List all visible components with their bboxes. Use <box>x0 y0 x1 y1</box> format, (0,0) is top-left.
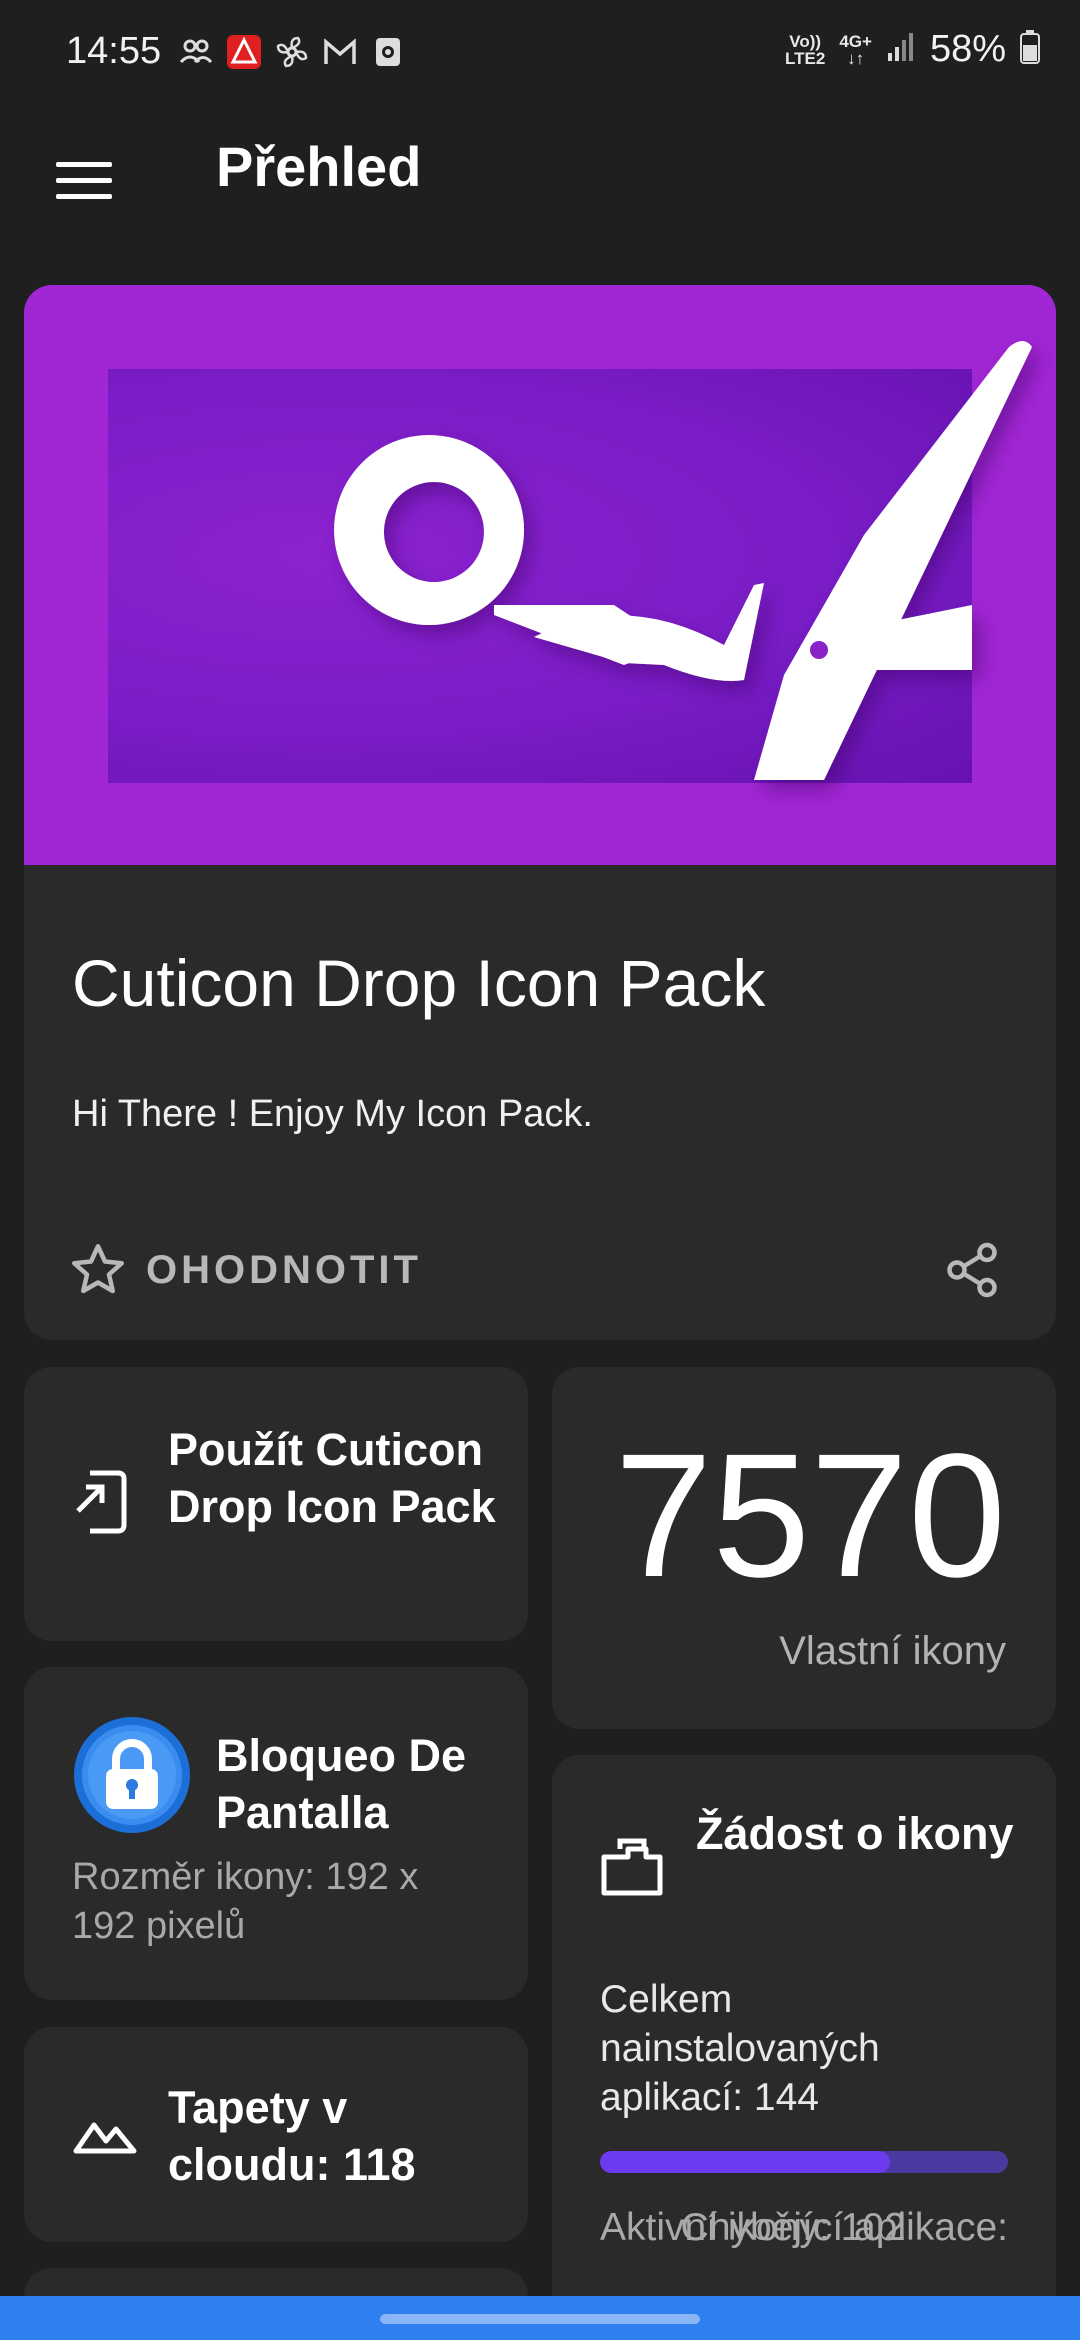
apply-phone-icon <box>76 1470 127 1534</box>
icon-pack-title: Cuticon Drop Icon Pack <box>72 946 766 1020</box>
page-title: Přehled <box>216 135 422 198</box>
hamburger-icon <box>56 162 112 199</box>
preview-icon-size: Rozměr ikony: 192 x 192 pixelů <box>72 1856 419 1947</box>
lte-label: LTE2 <box>785 48 826 68</box>
icon-preview-card[interactable]: Bloqueo De Pantalla Rozměr ikony: 192 x … <box>24 1667 528 2000</box>
app-bar: Přehled <box>0 104 1080 254</box>
preview-icon-name: Bloqueo De Pantalla <box>216 1730 467 1838</box>
icon-count-label: Vlastní ikony <box>779 1629 1006 1673</box>
share-icon <box>947 1242 997 1298</box>
battery-icon <box>1020 30 1040 69</box>
icon-count-card: 7570 Vlastní ikony <box>552 1367 1056 1729</box>
status-time: 14:55 <box>66 30 162 72</box>
apply-card[interactable]: Použít Cuticon Drop Icon Pack <box>24 1367 528 1641</box>
battery-percent: 58% <box>929 28 1006 70</box>
camera-icon <box>370 34 406 70</box>
data-arrows-icon: ↓↑ <box>847 48 865 68</box>
scissors-icon <box>334 341 1032 780</box>
icon-pack-card: Cuticon Drop Icon Pack Hi There ! Enjoy … <box>24 285 1056 1340</box>
fan-icon <box>274 34 310 70</box>
data-indicator: 4G+ ↓↑ <box>839 33 872 67</box>
share-button[interactable] <box>932 1230 1012 1310</box>
mountains-icon <box>73 2122 137 2154</box>
signal-icon <box>886 31 916 68</box>
icon-pack-subtitle: Hi There ! Enjoy My Icon Pack. <box>72 1093 593 1135</box>
notification-icons <box>178 34 406 70</box>
themed-progress-fill <box>600 2151 890 2173</box>
lock-app-icon <box>74 1717 190 1833</box>
status-right: Vo)) LTE2 4G+ ↓↑ 58% <box>785 28 1040 71</box>
icon-count-value: 7570 <box>614 1418 1006 1614</box>
request-folder-icon <box>601 1838 663 1896</box>
cloud-wallpapers-card[interactable]: Tapety v cloudu: 118 <box>24 2027 528 2242</box>
missing-apps-count: Chybějící aplikace: <box>680 2206 1008 2249</box>
themed-progress-bar <box>600 2151 1008 2173</box>
rate-button[interactable]: OHODNOTIT <box>68 1230 422 1310</box>
group-icon <box>178 34 214 70</box>
icon-request-card[interactable]: Žádost o ikony Celkem nainstalovaných ap… <box>552 1755 1056 2340</box>
volte-indicator: Vo)) LTE2 <box>785 33 825 67</box>
star-icon <box>72 1244 124 1294</box>
status-bar: 14:55 Vo)) LTE2 4G+ ↓↑ 58% <box>0 0 1080 104</box>
gmail-icon <box>322 34 358 70</box>
cloud-wallpapers-label: Tapety v cloudu: 118 <box>168 2082 416 2190</box>
home-gesture-handle[interactable] <box>380 2314 700 2324</box>
request-title: Žádost o ikony <box>696 1808 1014 1859</box>
system-nav-bar <box>0 2296 1080 2340</box>
data-type-label: 4G+ <box>839 31 872 51</box>
apply-label: Použít Cuticon Drop Icon Pack <box>168 1424 496 1532</box>
installed-apps-count: Celkem nainstalovaných aplikací: 144 <box>600 1978 880 2119</box>
hero-banner <box>24 285 1056 865</box>
rate-label: OHODNOTIT <box>146 1247 422 1292</box>
menu-button[interactable] <box>44 140 124 220</box>
app-alert-icon <box>226 34 262 70</box>
volte-label: Vo)) <box>789 31 822 51</box>
